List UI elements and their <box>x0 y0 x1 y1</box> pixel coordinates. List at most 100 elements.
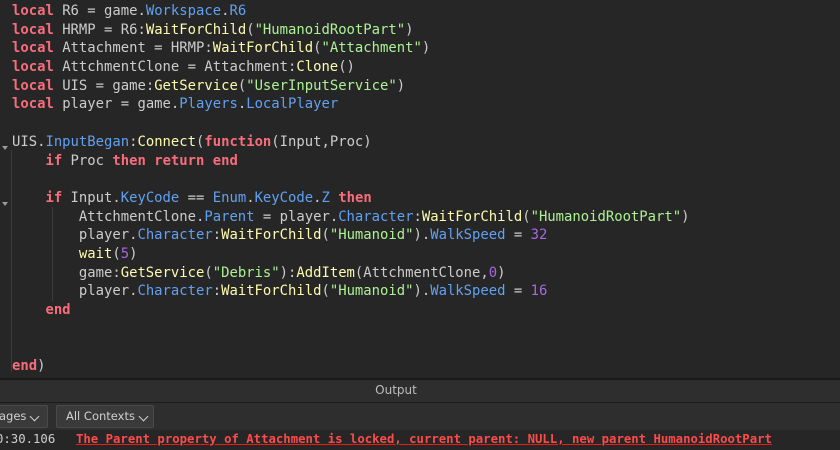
code-token-keyword: local <box>12 59 54 76</box>
log-timestamp: 0:30.106 <box>0 432 56 446</box>
code-token-text: player. <box>12 283 138 300</box>
code-line[interactable]: if Input.KeyCode == Enum.KeyCode.Z then <box>12 189 840 208</box>
code-line[interactable]: local Attachment = HRMP:WaitForChild("At… <box>12 39 840 58</box>
code-token-text: : <box>212 283 222 300</box>
code-line[interactable]: end) <box>12 357 840 376</box>
code-token-number: 16 <box>530 283 548 300</box>
code-line[interactable]: UIS.InputBegan:Connect(function(Input,Pr… <box>12 133 840 152</box>
code-line[interactable] <box>12 114 840 133</box>
code-token-member: R6 <box>229 3 247 19</box>
script-editor[interactable]: local R6 = game.Workspace.R6 local HRMP =… <box>0 0 840 378</box>
code-token-string: "Humanoid" <box>329 283 414 300</box>
chevron-down-icon <box>29 411 40 422</box>
code-line[interactable]: wait(5) <box>12 245 840 264</box>
code-token-member: Character <box>338 208 414 225</box>
code-line[interactable]: player.Character:WaitForChild("Humanoid"… <box>12 282 840 301</box>
code-token-number: 0 <box>488 264 498 281</box>
code-token-text: == <box>179 189 213 206</box>
code-token-keyword: local <box>12 40 54 57</box>
code-token-text: = <box>505 283 531 300</box>
code-token-text: ) <box>405 21 414 38</box>
code-line[interactable]: end <box>12 301 840 320</box>
output-panel-header: Output <box>0 380 840 403</box>
code-line[interactable]: local HRMP = R6:WaitForChild("HumanoidRo… <box>12 21 840 40</box>
code-token-method: Clone <box>296 59 339 76</box>
code-line[interactable] <box>12 338 840 357</box>
fold-arrow-icon[interactable] <box>2 146 8 150</box>
code-line[interactable]: if Proc then return end <box>12 152 840 171</box>
code-token-keyword: if <box>45 152 63 169</box>
code-token-text: AttchmentClone = Attachment: <box>53 59 297 76</box>
context-filter-dropdown[interactable]: All Contexts <box>56 405 154 428</box>
code-area[interactable]: local R6 = game.Workspace.R6 local HRMP =… <box>12 2 840 376</box>
code-line[interactable] <box>12 170 840 189</box>
code-token-text: ) <box>129 245 138 262</box>
code-token-text: ( <box>204 264 213 281</box>
code-token-keyword: end <box>212 152 238 169</box>
code-token-method: wait <box>78 245 113 262</box>
code-token-text: ) <box>421 40 431 57</box>
code-token-text: () <box>338 59 355 76</box>
code-token-text: = player. <box>254 208 339 225</box>
code-token-text: ) <box>497 264 506 281</box>
code-token-member: LocalPlayer <box>246 96 339 113</box>
code-token-method: GetService <box>120 264 205 281</box>
code-token-text: game: <box>12 264 121 281</box>
code-token-member: WalkSpeed <box>430 283 506 300</box>
code-token-keyword: return <box>154 152 205 169</box>
editor-gutter <box>0 0 9 378</box>
code-token-keyword: local <box>12 96 54 113</box>
code-line[interactable]: local R6 = game.Workspace.R6 <box>12 2 840 21</box>
code-token-string: "Attachment" <box>321 40 422 57</box>
code-token-member: Players <box>179 96 238 113</box>
code-token-text: ( <box>522 208 531 225</box>
code-token-member: InputBegan <box>45 133 130 150</box>
code-line[interactable]: game:GetService("Debris"):AddItem(Attchm… <box>12 264 840 283</box>
output-log: 0:30.106 The Parent property of Attachme… <box>0 430 840 450</box>
code-token-keyword: then <box>338 189 372 206</box>
code-token-member: Z <box>321 189 330 206</box>
code-line[interactable]: local AttchmentClone = Attachment:Clone(… <box>12 58 840 77</box>
code-token-text: player = game. <box>53 96 180 113</box>
code-token-string: "UserInputService" <box>246 77 397 94</box>
code-token-keyword: function <box>204 133 272 150</box>
code-token-keyword: local <box>12 21 54 38</box>
code-token-member: Workspace <box>145 3 222 19</box>
code-token-text: player. <box>12 227 138 244</box>
code-token-text: R6 = game. <box>53 3 146 19</box>
code-line[interactable]: local UIS = game:GetService("UserInputSe… <box>12 77 840 96</box>
code-token-member: KeyCode <box>254 189 314 206</box>
code-token-text: . <box>237 96 247 113</box>
code-token-text: : <box>413 208 422 225</box>
code-token-member: Character <box>137 227 213 244</box>
output-toolbar: ages All Contexts <box>0 403 840 430</box>
code-token-member: WalkSpeed <box>430 227 506 244</box>
error-message[interactable]: The Parent property of Attachment is loc… <box>76 432 772 446</box>
message-filter-dropdown[interactable]: ages <box>0 405 48 428</box>
code-token-method: AddItem <box>296 264 355 281</box>
code-token-string: "HumanoidRootPart" <box>530 208 682 225</box>
context-filter-label: All Contexts <box>66 409 135 423</box>
code-token-text: Attachment = HRMP: <box>53 40 213 57</box>
code-token-text: ) <box>681 208 690 225</box>
code-token-member: Enum <box>212 189 247 206</box>
code-token-keyword: end <box>45 302 71 318</box>
code-token-text: ( <box>237 77 247 94</box>
code-token-text: ( <box>321 227 330 244</box>
fold-arrow-icon[interactable] <box>2 202 8 206</box>
code-line[interactable]: player.Character:WaitForChild("Humanoid"… <box>12 226 840 245</box>
code-token-text: ( <box>112 245 121 262</box>
code-token-text: AttchmentClone. <box>12 208 205 225</box>
code-token-string: "HumanoidRootPart" <box>254 21 406 38</box>
code-line[interactable]: AttchmentClone.Parent = player.Character… <box>12 208 840 227</box>
code-token-text: . <box>246 189 255 206</box>
code-token-method: WaitForChild <box>212 40 314 57</box>
code-token-method: Connect <box>137 133 197 150</box>
code-token-number: 32 <box>530 227 548 244</box>
code-line[interactable]: local player = game.Players.LocalPlayer <box>12 95 840 114</box>
code-line[interactable] <box>12 320 840 339</box>
